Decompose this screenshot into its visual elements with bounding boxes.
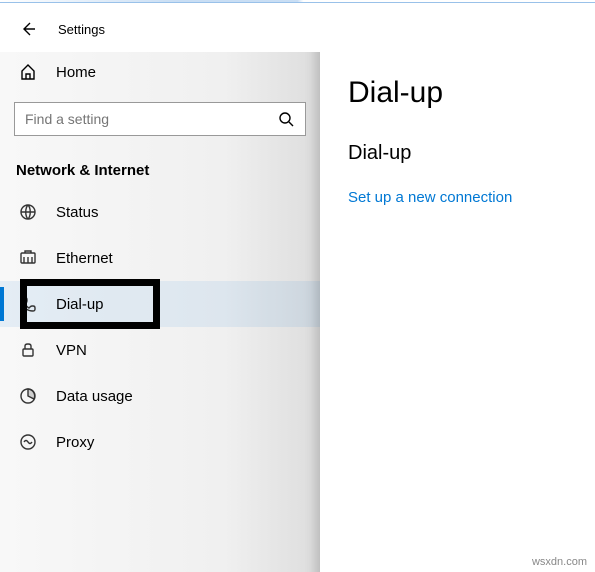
header: Settings [0, 6, 595, 52]
home-label: Home [56, 64, 96, 81]
ethernet-icon [18, 248, 38, 268]
sidebar-item-vpn[interactable]: VPN [0, 327, 320, 373]
content-pane: Dial-up Dial-up Set up a new connection [320, 52, 595, 572]
watermark: wsxdn.com [532, 556, 587, 568]
home-icon [18, 62, 38, 82]
sidebar-item-dialup[interactable]: Dial-up [0, 281, 320, 327]
vpn-icon [18, 340, 38, 360]
arrow-left-icon [19, 20, 37, 38]
section-subtitle: Dial-up [348, 142, 567, 165]
sidebar-item-proxy[interactable]: Proxy [0, 419, 320, 465]
app-title: Settings [58, 22, 105, 37]
sidebar-item-ethernet[interactable]: Ethernet [0, 235, 320, 281]
setup-connection-link[interactable]: Set up a new connection [348, 189, 567, 206]
data-usage-icon [18, 386, 38, 406]
page-title: Dial-up [348, 76, 567, 110]
home-button[interactable]: Home [0, 52, 320, 92]
sidebar-item-status[interactable]: Status [0, 189, 320, 235]
section-title: Network & Internet [0, 136, 320, 189]
sidebar: Home Network & Internet Status Ethernet [0, 52, 320, 572]
sidebar-item-label: VPN [56, 342, 87, 359]
sidebar-item-label: Ethernet [56, 250, 113, 267]
sidebar-item-label: Status [56, 204, 99, 221]
sidebar-item-label: Dial-up [56, 296, 104, 313]
search-input[interactable] [25, 111, 277, 127]
sidebar-item-label: Data usage [56, 388, 133, 405]
sidebar-item-datausage[interactable]: Data usage [0, 373, 320, 419]
back-button[interactable] [12, 13, 44, 45]
search-icon [277, 110, 295, 128]
dialup-icon [18, 294, 38, 314]
window-top-edge [0, 0, 595, 2]
proxy-icon [18, 432, 38, 452]
search-box[interactable] [14, 102, 306, 136]
sidebar-item-label: Proxy [56, 434, 94, 451]
globe-icon [18, 202, 38, 222]
